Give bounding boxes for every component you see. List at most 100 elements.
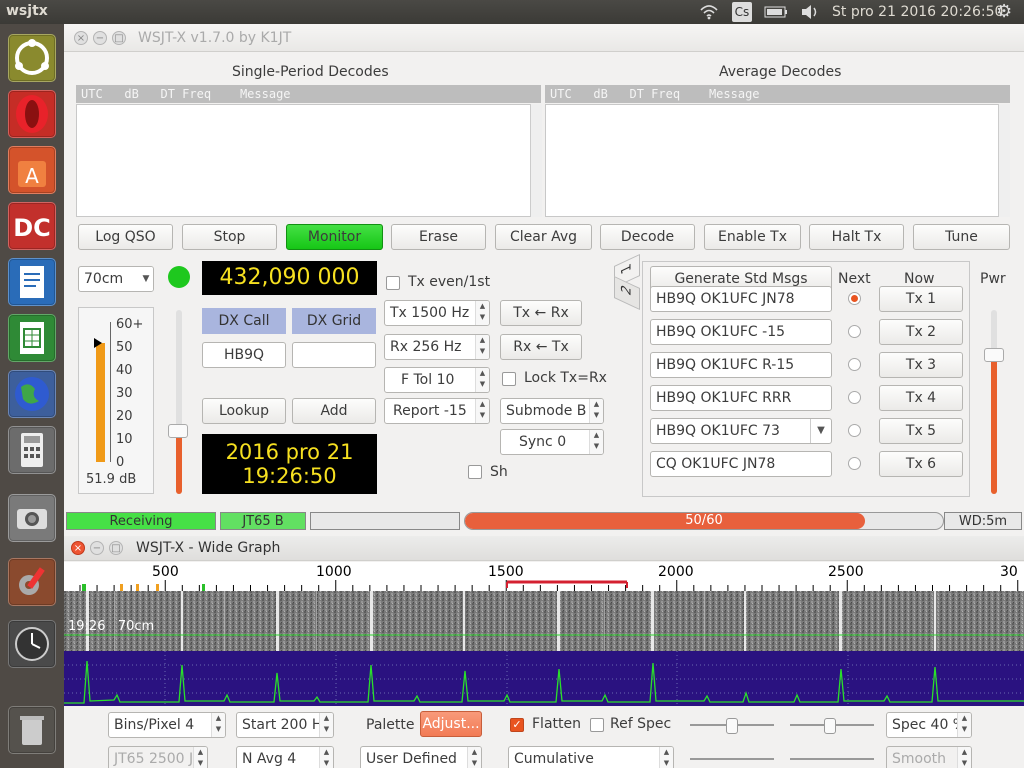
maximize-button[interactable]: □ <box>109 541 123 555</box>
jt65-range-spinbox[interactable]: JT65 2500 JT ▲ ▼ <box>108 746 208 768</box>
tx-now-button[interactable]: Tx 2 <box>879 319 963 345</box>
camera-icon[interactable] <box>8 494 56 542</box>
pwr-slider-handle[interactable] <box>984 348 1004 362</box>
average-decodes-scrollbar[interactable] <box>998 104 1010 217</box>
close-button[interactable]: × <box>71 541 85 555</box>
calculator-icon[interactable] <box>8 426 56 474</box>
tx-now-button[interactable]: Tx 3 <box>879 352 963 378</box>
clock-icon[interactable] <box>8 620 56 668</box>
sh-checkbox[interactable] <box>468 465 482 479</box>
single-decodes-list[interactable] <box>76 104 541 217</box>
ubuntu-home-icon[interactable] <box>8 34 56 82</box>
tx-from-rx-button[interactable]: Tx ← Rx <box>500 300 582 326</box>
close-button[interactable]: × <box>74 31 88 45</box>
stop-button[interactable]: Stop <box>182 224 277 250</box>
maximize-button[interactable]: □ <box>112 31 126 45</box>
ref-spec-checkbox[interactable] <box>590 718 604 732</box>
tx-now-button[interactable]: Tx 1 <box>879 286 963 312</box>
ftol-spinbox[interactable]: F Tol 10 ▲ ▼ <box>384 367 490 393</box>
tx-message-field[interactable]: HB9Q OK1UFC R-15 <box>650 352 832 378</box>
volume-icon[interactable] <box>800 4 820 20</box>
add-button[interactable]: Add <box>292 398 376 424</box>
tx-message-field[interactable]: HB9Q OK1UFC 73 <box>650 418 832 444</box>
keyboard-layout-indicator[interactable]: Cs <box>732 2 752 22</box>
spin-arrows-icon[interactable]: ▲ ▼ <box>475 335 489 359</box>
settings-icon[interactable] <box>8 558 56 606</box>
frequency-scale[interactable]: 500 1000 1500 2000 2500 30 <box>64 562 1024 591</box>
rx-from-tx-button[interactable]: Rx ← Tx <box>500 334 582 360</box>
chevron-down-icon[interactable]: ▼ <box>810 419 831 443</box>
monitor-button[interactable]: Monitor <box>286 224 383 250</box>
zero-slider-handle[interactable] <box>824 718 836 734</box>
average-decodes-list[interactable] <box>545 104 1010 217</box>
spin-arrows-icon[interactable]: ▲ ▼ <box>589 399 603 423</box>
tx-message-field[interactable]: HB9Q OK1UFC -15 <box>650 319 832 345</box>
band-select[interactable]: 70cm ▼ <box>78 266 154 292</box>
clock-datetime[interactable]: St pro 21 2016 20:26:50 <box>832 4 1003 20</box>
minimize-button[interactable]: − <box>90 541 104 555</box>
tx-message-field[interactable]: CQ OK1UFC JN78 <box>650 451 832 477</box>
software-center-icon[interactable]: A <box>8 146 56 194</box>
erase-button[interactable]: Erase <box>391 224 486 250</box>
next-radio[interactable] <box>848 292 861 305</box>
trash-icon[interactable] <box>8 706 56 754</box>
minimize-button[interactable]: − <box>93 31 107 45</box>
wifi-icon[interactable] <box>700 4 718 20</box>
spin-arrows-icon[interactable]: ▲ ▼ <box>659 747 673 768</box>
rx-gain-slider-handle[interactable] <box>168 424 188 438</box>
next-radio[interactable] <box>848 358 861 371</box>
start-freq-spinbox[interactable]: Start 200 H ▲ ▼ <box>236 712 334 738</box>
halt-tx-button[interactable]: Halt Tx <box>809 224 904 250</box>
navg-spinbox[interactable]: N Avg 4 ▲ ▼ <box>236 746 334 768</box>
spin-arrows-icon[interactable]: ▲ ▼ <box>193 747 207 768</box>
dx-call-field[interactable]: HB9Q <box>202 342 286 368</box>
tx-message-field[interactable]: HB9Q OK1UFC RRR <box>650 385 832 411</box>
gain-slider-handle[interactable] <box>726 718 738 734</box>
palette-select[interactable]: User Defined ▲ ▼ <box>360 746 482 768</box>
calc-icon[interactable] <box>8 314 56 362</box>
decode-button[interactable]: Decode <box>600 224 695 250</box>
opera-icon[interactable] <box>8 90 56 138</box>
writer-icon[interactable] <box>8 258 56 306</box>
gear-icon[interactable]: ⚙ <box>996 1 1012 22</box>
tab-2[interactable]: 2 <box>614 275 640 311</box>
spin-arrows-icon[interactable]: ▲ ▼ <box>467 747 481 768</box>
waterfall[interactable]: 19:26 70cm <box>64 591 1024 651</box>
battery-icon[interactable] <box>764 6 788 18</box>
spin-arrows-icon[interactable]: ▲ ▼ <box>319 713 333 737</box>
next-radio[interactable] <box>848 424 861 437</box>
clear-avg-button[interactable]: Clear Avg <box>495 224 592 250</box>
spin-arrows-icon[interactable]: ▲ ▼ <box>957 747 971 768</box>
spin-arrows-icon[interactable]: ▲ ▼ <box>319 747 333 768</box>
bins-pixel-spinbox[interactable]: Bins/Pixel 4 ▲ ▼ <box>108 712 226 738</box>
submode-spinbox[interactable]: Submode B ▲ ▼ <box>500 398 604 424</box>
spin-arrows-icon[interactable]: ▲ ▼ <box>589 430 603 454</box>
spin-arrows-icon[interactable]: ▲ ▼ <box>211 713 225 737</box>
globe-icon[interactable] <box>8 370 56 418</box>
lock-tx-rx-checkbox[interactable] <box>502 372 516 386</box>
spin-arrows-icon[interactable]: ▲ ▼ <box>957 713 971 737</box>
tx-even-checkbox[interactable] <box>386 276 400 290</box>
tx-now-button[interactable]: Tx 5 <box>879 418 963 444</box>
spec-percent-spinbox[interactable]: Spec 40 % ▲ ▼ <box>886 712 972 738</box>
tx-now-button[interactable]: Tx 6 <box>879 451 963 477</box>
next-radio[interactable] <box>848 325 861 338</box>
spin-arrows-icon[interactable]: ▲ ▼ <box>475 301 489 325</box>
docs-icon[interactable]: DC <box>8 202 56 250</box>
tx-now-button[interactable]: Tx 4 <box>879 385 963 411</box>
single-decodes-scrollbar[interactable] <box>530 104 542 217</box>
next-radio[interactable] <box>848 457 861 470</box>
lookup-button[interactable]: Lookup <box>202 398 286 424</box>
next-radio[interactable] <box>848 391 861 404</box>
report-spinbox[interactable]: Report -15 ▲ ▼ <box>384 398 490 424</box>
spin-arrows-icon[interactable]: ▲ ▼ <box>475 368 489 392</box>
rx-freq-spinbox[interactable]: Rx 256 Hz ▲ ▼ <box>384 334 490 360</box>
tx-freq-spinbox[interactable]: Tx 1500 Hz ▲ ▼ <box>384 300 490 326</box>
tx-message-field[interactable]: HB9Q OK1UFC JN78 <box>650 286 832 312</box>
flatten-checkbox[interactable]: ✓ <box>510 718 524 732</box>
smooth-spinbox[interactable]: Smooth ▲ ▼ <box>886 746 972 768</box>
sync-spinbox[interactable]: Sync 0 ▲ ▼ <box>500 429 604 455</box>
adjust-palette-button[interactable]: Adjust... <box>420 711 482 737</box>
spin-arrows-icon[interactable]: ▲ ▼ <box>475 399 489 423</box>
spectrum-mode-select[interactable]: Cumulative ▲ ▼ <box>508 746 674 768</box>
